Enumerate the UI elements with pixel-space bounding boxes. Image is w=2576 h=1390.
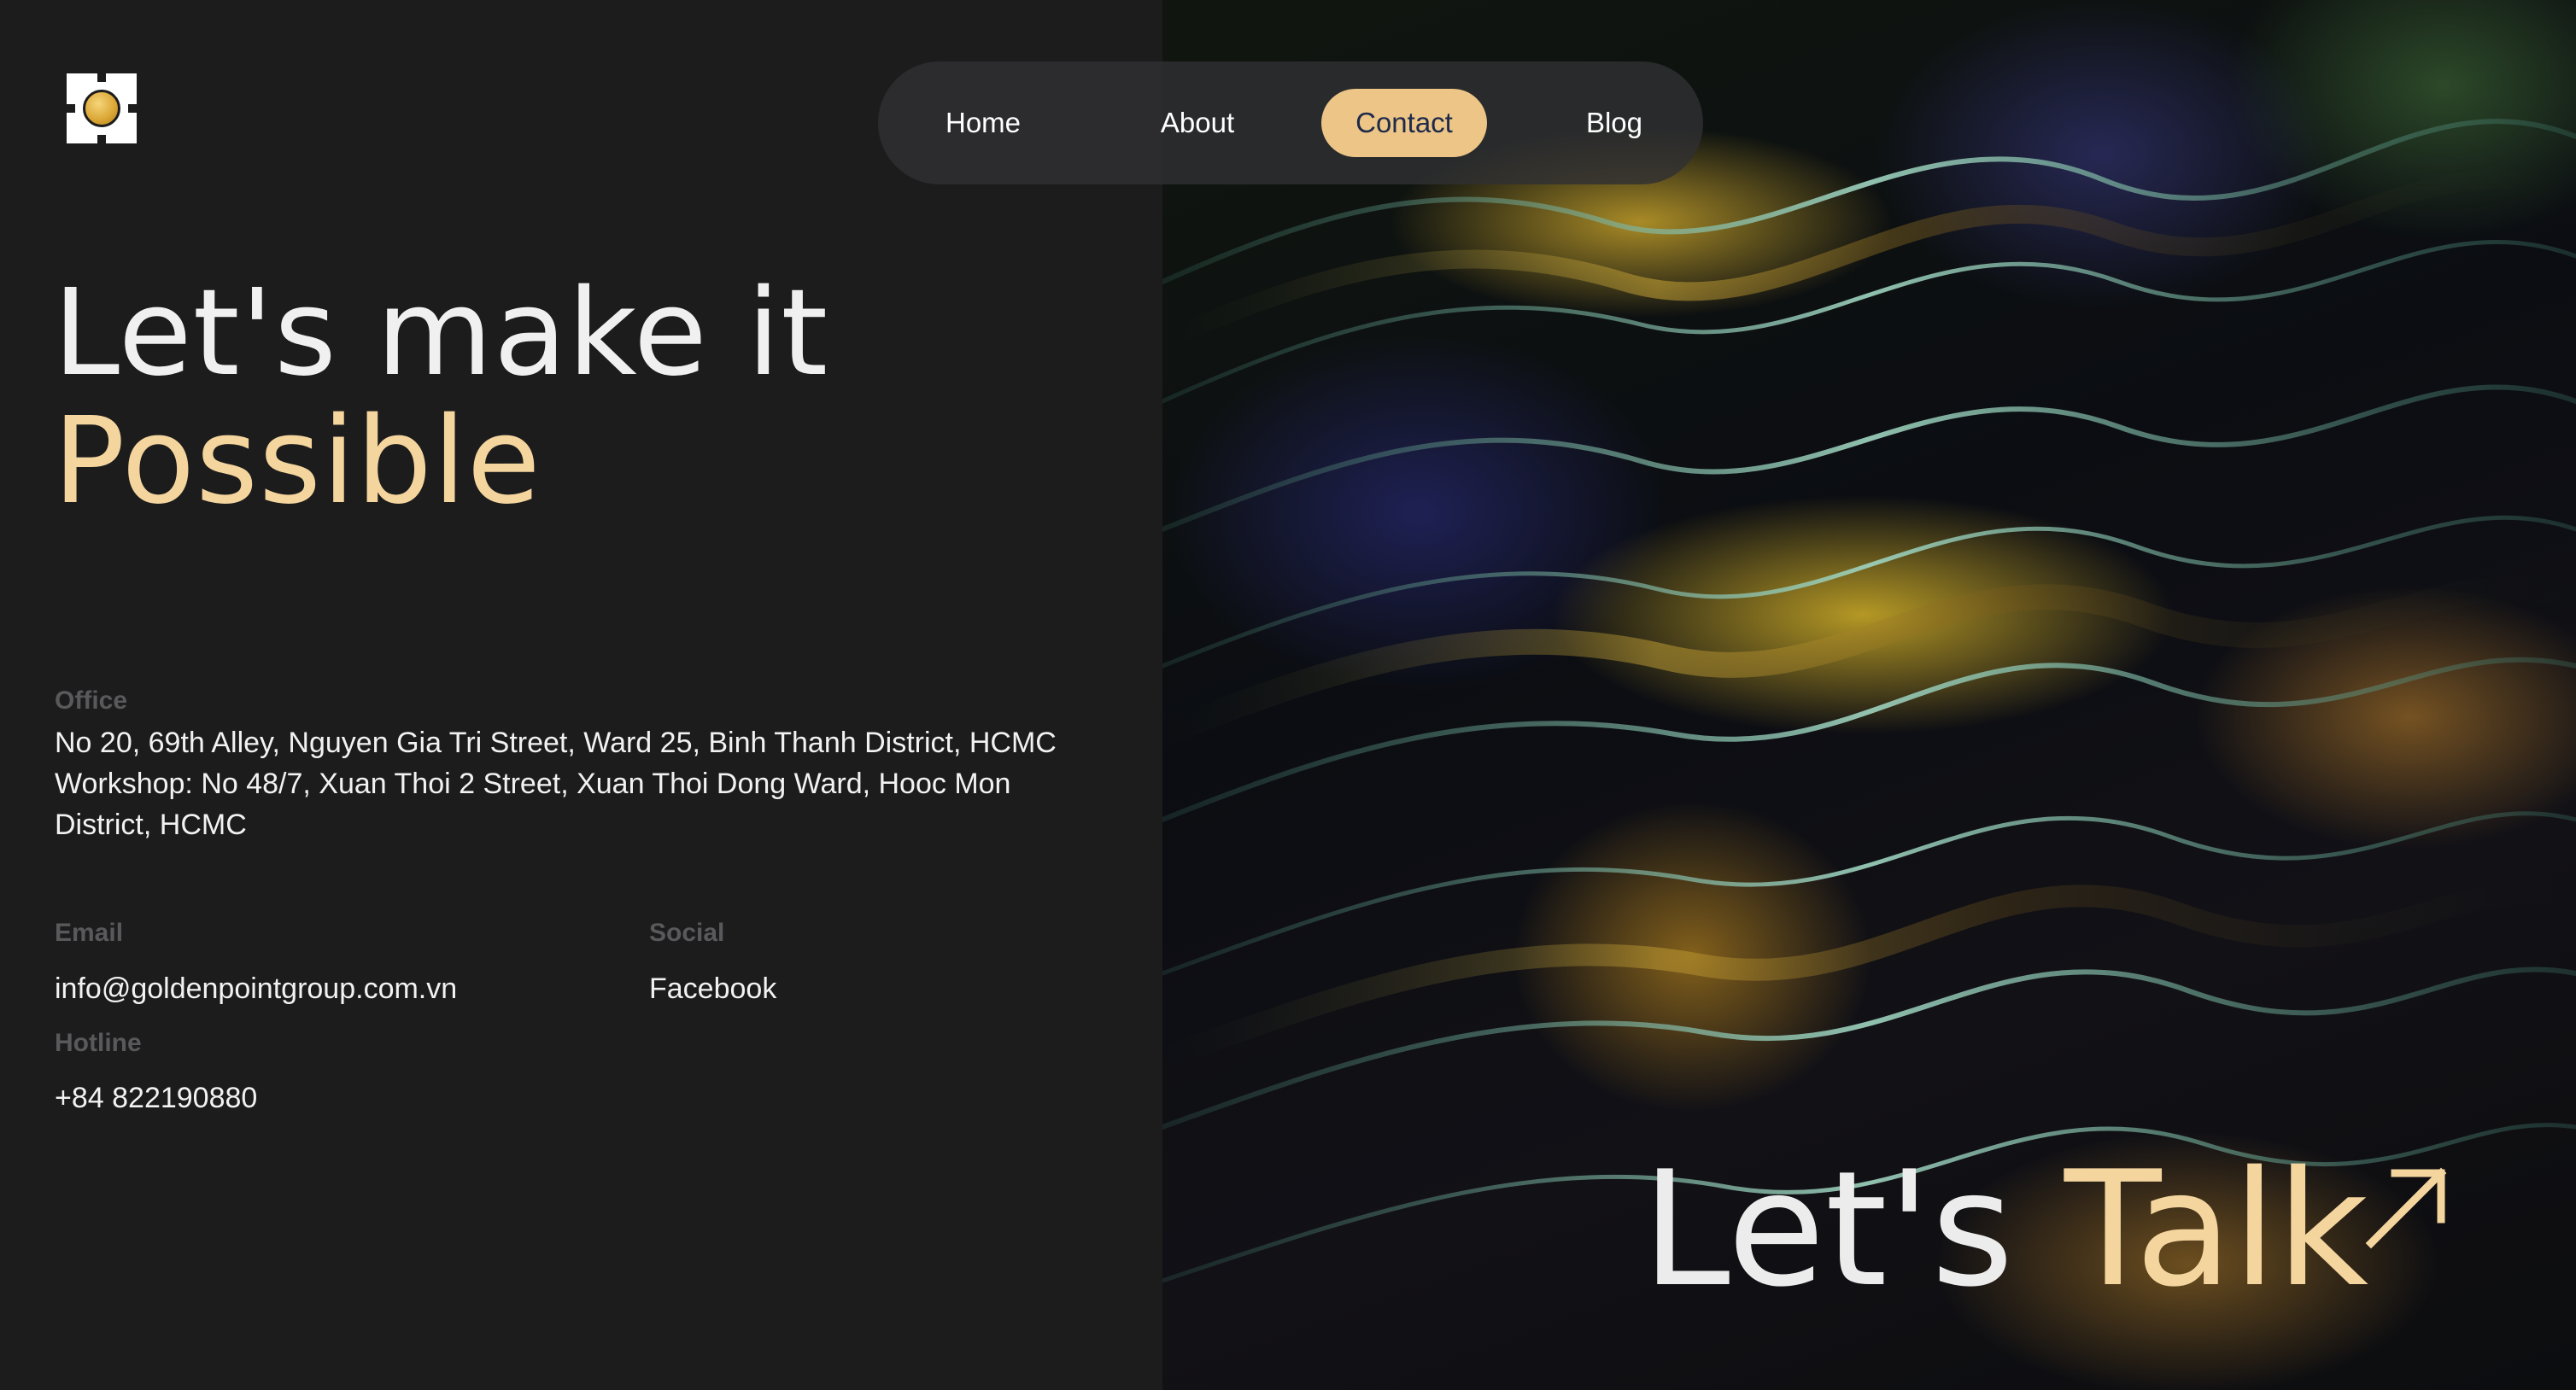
email-link[interactable]: info@goldenpointgroup.com.vn (55, 968, 457, 1009)
headline-line-2: Possible (53, 392, 542, 531)
hotline-link[interactable]: +84 822190880 (55, 1078, 257, 1118)
facebook-link[interactable]: Facebook (649, 968, 776, 1009)
nav-item-contact[interactable]: Contact (1321, 89, 1487, 157)
cta-word-lets: Let's (1642, 1136, 2014, 1322)
page: Home About Contact Blog Let's make it Po… (0, 0, 2576, 1390)
office-label: Office (55, 686, 128, 715)
page-headline: Let's make it Possible (53, 270, 828, 526)
cta-word-talk: Talk (2064, 1136, 2369, 1322)
hotline-label: Hotline (55, 1029, 142, 1057)
email-label: Email (55, 919, 124, 947)
nav-item-blog[interactable]: Blog (1553, 89, 1676, 157)
arrow-up-right-icon[interactable] (2362, 1163, 2451, 1252)
headline-line-1: Let's make it (53, 264, 829, 403)
office-address: No 20, 69th Alley, Nguyen Gia Tri Street… (55, 722, 1114, 845)
nav-item-home[interactable]: Home (912, 89, 1054, 157)
company-logo[interactable] (67, 73, 137, 143)
social-label: Social (649, 919, 725, 947)
lets-talk-cta[interactable]: Let's Talk (1642, 1144, 2368, 1315)
main-navigation: Home About Contact Blog (878, 61, 1703, 184)
logo-gold-coin-icon (83, 90, 120, 127)
nav-item-about[interactable]: About (1117, 89, 1278, 157)
office-address-line-2: Workshop: No 48/7, Xuan Thoi 2 Street, X… (55, 768, 1011, 841)
office-address-line-1: No 20, 69th Alley, Nguyen Gia Tri Street… (55, 727, 1057, 759)
